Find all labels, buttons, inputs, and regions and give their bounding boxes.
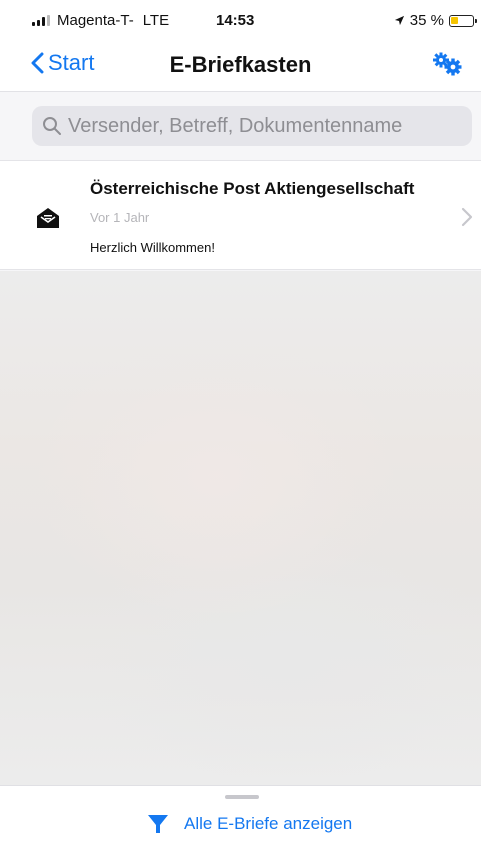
bottom-sheet: Alle E-Briefe anzeigen <box>0 785 481 847</box>
app-screen: Magenta-T- LTE 14:53 35 % Start E-Briefk… <box>0 0 481 847</box>
status-bar: Magenta-T- LTE 14:53 35 % <box>0 0 481 40</box>
funnel-icon <box>148 815 168 833</box>
status-time: 14:53 <box>216 12 255 29</box>
navigation-bar: Start E-Briefkasten <box>0 40 481 92</box>
status-left: Magenta-T- LTE <box>32 12 169 29</box>
search-bar <box>0 92 481 160</box>
network-type: LTE <box>142 12 170 29</box>
message-sender: Österreichische Post Aktiengesellschaft <box>90 179 415 198</box>
search-input[interactable] <box>68 114 468 138</box>
battery-icon <box>449 14 477 27</box>
gears-icon[interactable] <box>431 52 463 76</box>
battery-percent: 35 % <box>409 12 444 29</box>
message-subject: Herzlich Willkommen! <box>90 240 215 255</box>
chevron-right-icon <box>461 207 473 227</box>
page-title: E-Briefkasten <box>169 52 312 77</box>
battery-level <box>451 16 458 24</box>
sheet-grabber-handle[interactable] <box>225 795 259 799</box>
show-all-letters-label: Alle E-Briefe anzeigen <box>184 814 353 833</box>
show-all-letters-button[interactable]: Alle E-Briefe anzeigen <box>146 812 352 836</box>
message-date: Vor 1 Jahr <box>90 210 150 225</box>
message-list-item[interactable]: Österreichische Post Aktiengesellschaft … <box>0 160 481 270</box>
empty-content-area <box>0 271 481 785</box>
signal-strength-icon <box>32 15 50 26</box>
carrier-name: Magenta-T- <box>57 12 134 29</box>
status-right: 35 % <box>394 12 477 29</box>
location-arrow-icon <box>394 15 404 26</box>
search-icon <box>43 117 61 135</box>
search-field[interactable] <box>32 106 472 146</box>
open-envelope-icon <box>37 208 59 228</box>
